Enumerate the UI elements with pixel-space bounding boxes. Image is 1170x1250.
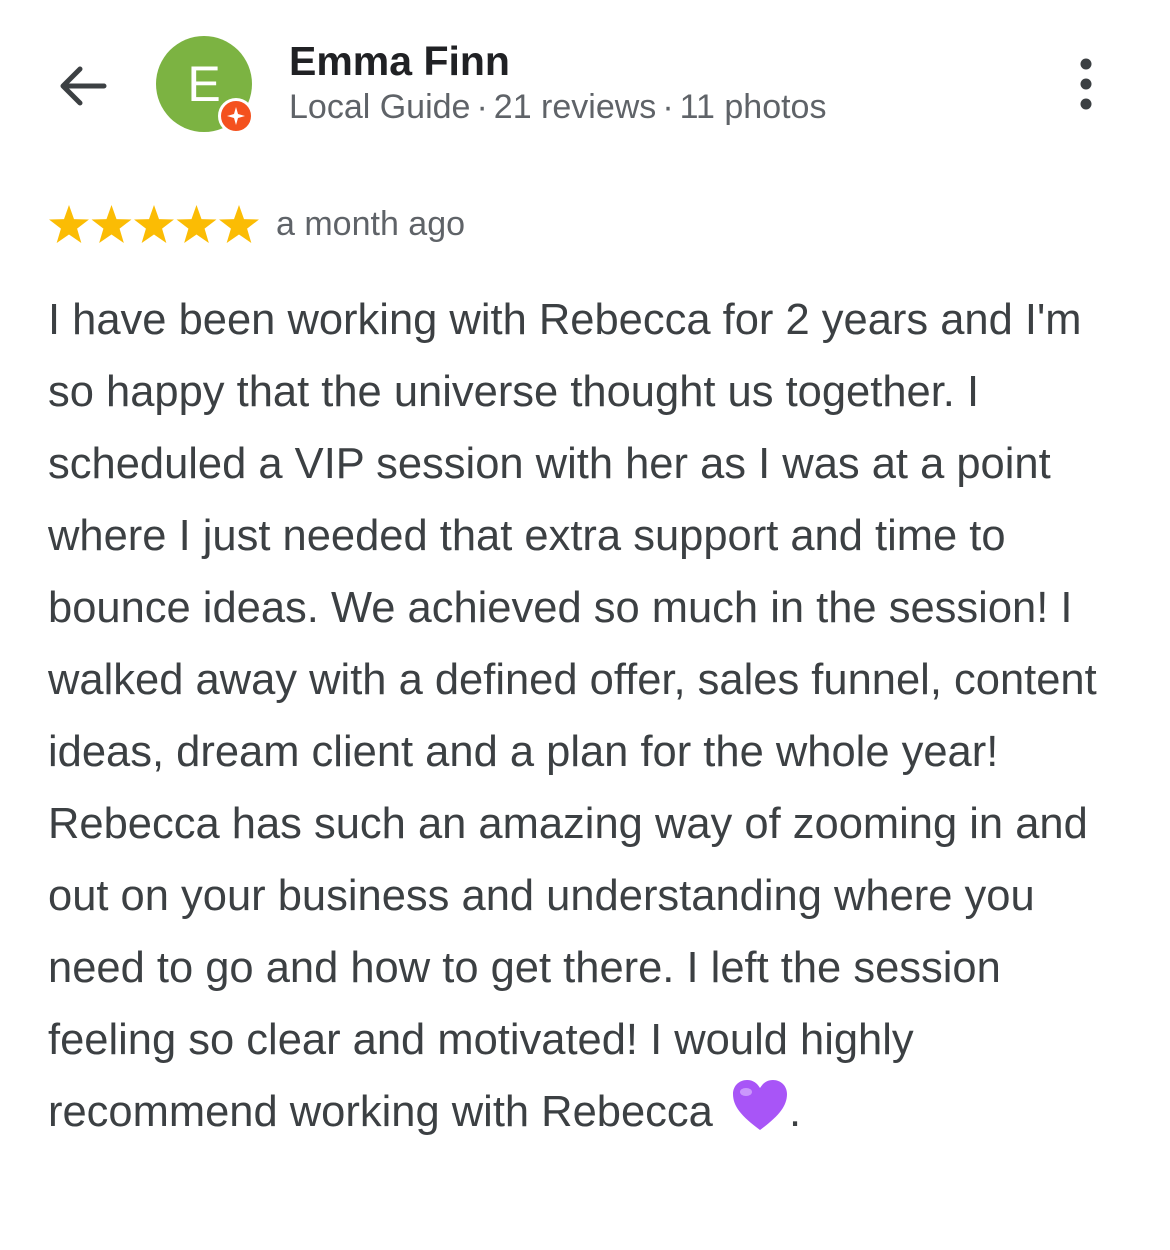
rating-row: a month ago: [48, 200, 748, 250]
more-vert-icon: [1080, 58, 1092, 110]
review-text-end: .: [788, 1088, 802, 1136]
separator: ·: [662, 88, 674, 126]
review-time: a month ago: [276, 205, 466, 243]
reviewer-level: Local Guide: [289, 88, 471, 126]
reviewer-name[interactable]: Emma Finn: [289, 38, 510, 85]
review-body: I have been working with Rebecca for 2 y…: [48, 296, 1097, 1136]
reviewer-photo-count: 11 photos: [679, 88, 827, 126]
back-button[interactable]: [52, 56, 112, 116]
star-icon: [134, 205, 174, 243]
local-guide-badge-icon: [218, 98, 254, 134]
purple-heart-icon: [731, 1078, 789, 1132]
review-header: E Emma Finn Local Guide · 21 reviews · 11 ph…: [0, 0, 1170, 160]
separator: ·: [476, 88, 488, 126]
star-icon: [49, 205, 89, 243]
star-rating: [48, 204, 260, 246]
star-icon: [176, 205, 217, 243]
star-icon: [91, 205, 132, 243]
review-text: I have been working with Rebecca for 2 y…: [48, 284, 1138, 1148]
reviewer-meta: Local Guide · 21 reviews · 11 photos: [289, 88, 826, 127]
reviewer-review-count: 21 reviews: [493, 88, 657, 126]
more-options-button[interactable]: [1064, 56, 1108, 116]
arrow-back-icon: [60, 66, 107, 106]
star-icon: [219, 205, 259, 243]
